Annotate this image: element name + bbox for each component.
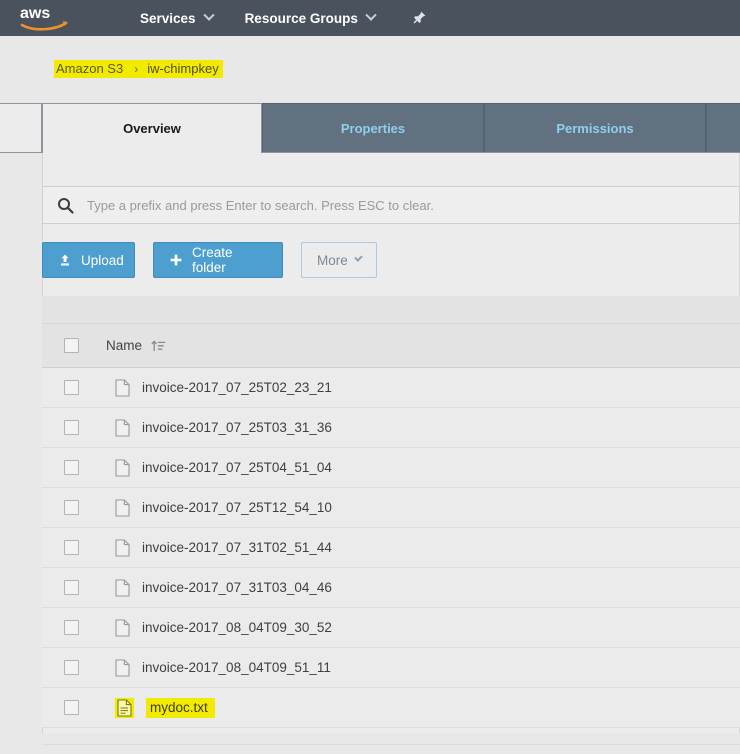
table-row[interactable]: invoice-2017_07_25T12_54_10 [42,488,740,528]
search-input[interactable] [87,188,647,222]
more-button-label: More [317,252,348,268]
aws-navbar: aws Services Resource Groups [0,0,740,36]
file-name-link[interactable]: invoice-2017_07_31T03_04_46 [142,580,332,595]
objects-table: Name invoice-2017_07_25T02_23_21 invoice… [42,324,740,728]
nav-services-label: Services [140,10,196,26]
row-checkbox[interactable] [64,660,79,675]
nav-resource-groups-label: Resource Groups [244,10,358,26]
file-icon [115,618,130,637]
text-file-icon [115,697,134,718]
upload-button[interactable]: Upload [42,242,135,278]
file-name-link[interactable]: invoice-2017_08_04T09_51_11 [142,660,331,675]
more-button[interactable]: More [301,242,377,278]
tab-permissions[interactable]: Permissions [484,103,706,153]
create-folder-button-label: Create folder [192,245,233,275]
table-row[interactable]: invoice-2017_08_04T09_51_11 [42,648,740,688]
upload-button-label: Upload [81,252,124,268]
tab-management[interactable] [706,103,740,153]
chevron-down-icon [202,9,215,21]
pushpin-icon[interactable] [411,10,427,26]
row-checkbox[interactable] [64,500,79,515]
chevron-down-icon [354,252,363,262]
table-toolbar-strip [42,296,740,324]
row-checkbox[interactable] [64,380,79,395]
table-row[interactable]: invoice-2017_07_25T03_31_36 [42,408,740,448]
table-row[interactable]: invoice-2017_08_04T09_30_52 [42,608,740,648]
file-name-link[interactable]: invoice-2017_07_25T02_23_21 [142,380,332,395]
breadcrumb-separator: › [134,61,139,76]
breadcrumb: Amazon S3 › iw-chimpkey [54,60,223,78]
tab-properties[interactable]: Properties [262,103,484,153]
file-name-link[interactable]: invoice-2017_07_25T04_51_04 [142,460,332,475]
file-icon [115,418,130,437]
table-body: invoice-2017_07_25T02_23_21 invoice-2017… [42,368,740,728]
row-checkbox[interactable] [64,620,79,635]
nav-services[interactable]: Services [140,0,215,36]
tab-overview-label: Overview [123,121,181,136]
bottom-separator [42,744,740,745]
row-checkbox[interactable] [64,700,79,715]
table-row[interactable]: invoice-2017_07_25T04_51_04 [42,448,740,488]
row-checkbox[interactable] [64,580,79,595]
file-name-link[interactable]: invoice-2017_08_04T09_30_52 [142,620,332,635]
file-icon [115,378,130,397]
table-row[interactable]: invoice-2017_07_25T02_23_21 [42,368,740,408]
table-header-row: Name [42,324,740,368]
nav-resource-groups[interactable]: Resource Groups [244,0,377,36]
chevron-down-icon [365,9,377,21]
file-icon [115,498,130,517]
file-name-link[interactable]: invoice-2017_07_25T03_31_36 [142,420,332,435]
select-all-checkbox[interactable] [64,338,79,353]
tab-left-edge [0,103,42,153]
upload-icon [58,253,72,267]
file-name-link[interactable]: mydoc.txt [146,697,215,718]
file-icon [115,578,130,597]
column-header-name-label: Name [106,338,143,353]
row-checkbox[interactable] [64,540,79,555]
file-icon [115,538,130,557]
row-checkbox[interactable] [64,460,79,475]
action-toolbar: Upload Create folder More [42,242,377,278]
tab-bar: Overview Properties Permissions [0,103,740,153]
plus-icon [169,253,183,267]
table-row[interactable]: mydoc.txt [42,688,740,728]
breadcrumb-current: iw-chimpkey [147,61,219,76]
table-row[interactable]: invoice-2017_07_31T02_51_44 [42,528,740,568]
search-bar[interactable] [42,186,740,224]
file-icon [115,658,130,677]
breadcrumb-root-link[interactable]: Amazon S3 [56,61,123,76]
file-icon [115,458,130,477]
aws-logo[interactable]: aws [18,3,74,33]
tab-permissions-label: Permissions [556,120,634,136]
file-name-link[interactable]: invoice-2017_07_25T12_54_10 [142,500,332,515]
search-icon [57,197,74,214]
file-name-link[interactable]: invoice-2017_07_31T02_51_44 [142,540,332,555]
svg-text:aws: aws [20,5,50,22]
row-checkbox[interactable] [64,420,79,435]
table-row[interactable]: invoice-2017_07_31T03_04_46 [42,568,740,608]
column-header-name[interactable]: Name [106,338,166,353]
create-folder-button[interactable]: Create folder [153,242,283,278]
tab-properties-label: Properties [340,120,406,136]
sort-ascending-icon [151,339,166,353]
tab-overview[interactable]: Overview [42,103,262,153]
